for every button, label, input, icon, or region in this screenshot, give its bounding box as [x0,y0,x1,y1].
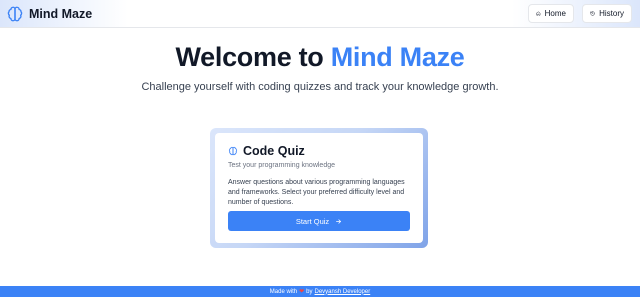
card-subtitle: Test your programming knowledge [228,162,335,169]
author-link[interactable]: Devyansh Developer [315,289,371,295]
home-button[interactable]: Home [528,4,574,23]
title-prefix: Welcome to [175,42,331,72]
card-description: Answer questions about various programmi… [228,179,405,206]
start-quiz-label: Start Quiz [295,216,330,226]
card-header: Code Quiz [228,144,305,158]
brain-icon [228,146,238,156]
footer-made-with: Made with [269,288,298,295]
home-label: Home [544,9,566,18]
history-label: History [599,9,624,18]
brand-name: Mind Maze [29,7,93,21]
start-quiz-button[interactable]: Start Quiz [228,211,410,231]
brand[interactable]: Mind Maze [6,4,92,24]
quiz-card-frame: Code Quiz Test your programming knowledg… [210,128,428,248]
page-title: Welcome to Mind Maze [0,42,640,73]
top-nav-bar: Mind Maze Home History [0,0,640,28]
page-subtitle: Challenge yourself with coding quizzes a… [141,81,499,93]
card-title: Code Quiz [243,144,305,158]
quiz-card: Code Quiz Test your programming knowledg… [215,133,423,243]
title-accent: Mind Maze [330,42,465,72]
heart-icon: ❤ [299,289,305,295]
history-button[interactable]: History [582,4,632,23]
arrow-right-icon [336,218,342,224]
footer: Made with ❤ by Devyansh Developer [0,286,640,297]
history-icon [590,11,595,16]
brain-icon [6,5,24,23]
footer-by: by [306,288,313,295]
home-icon [536,11,541,16]
